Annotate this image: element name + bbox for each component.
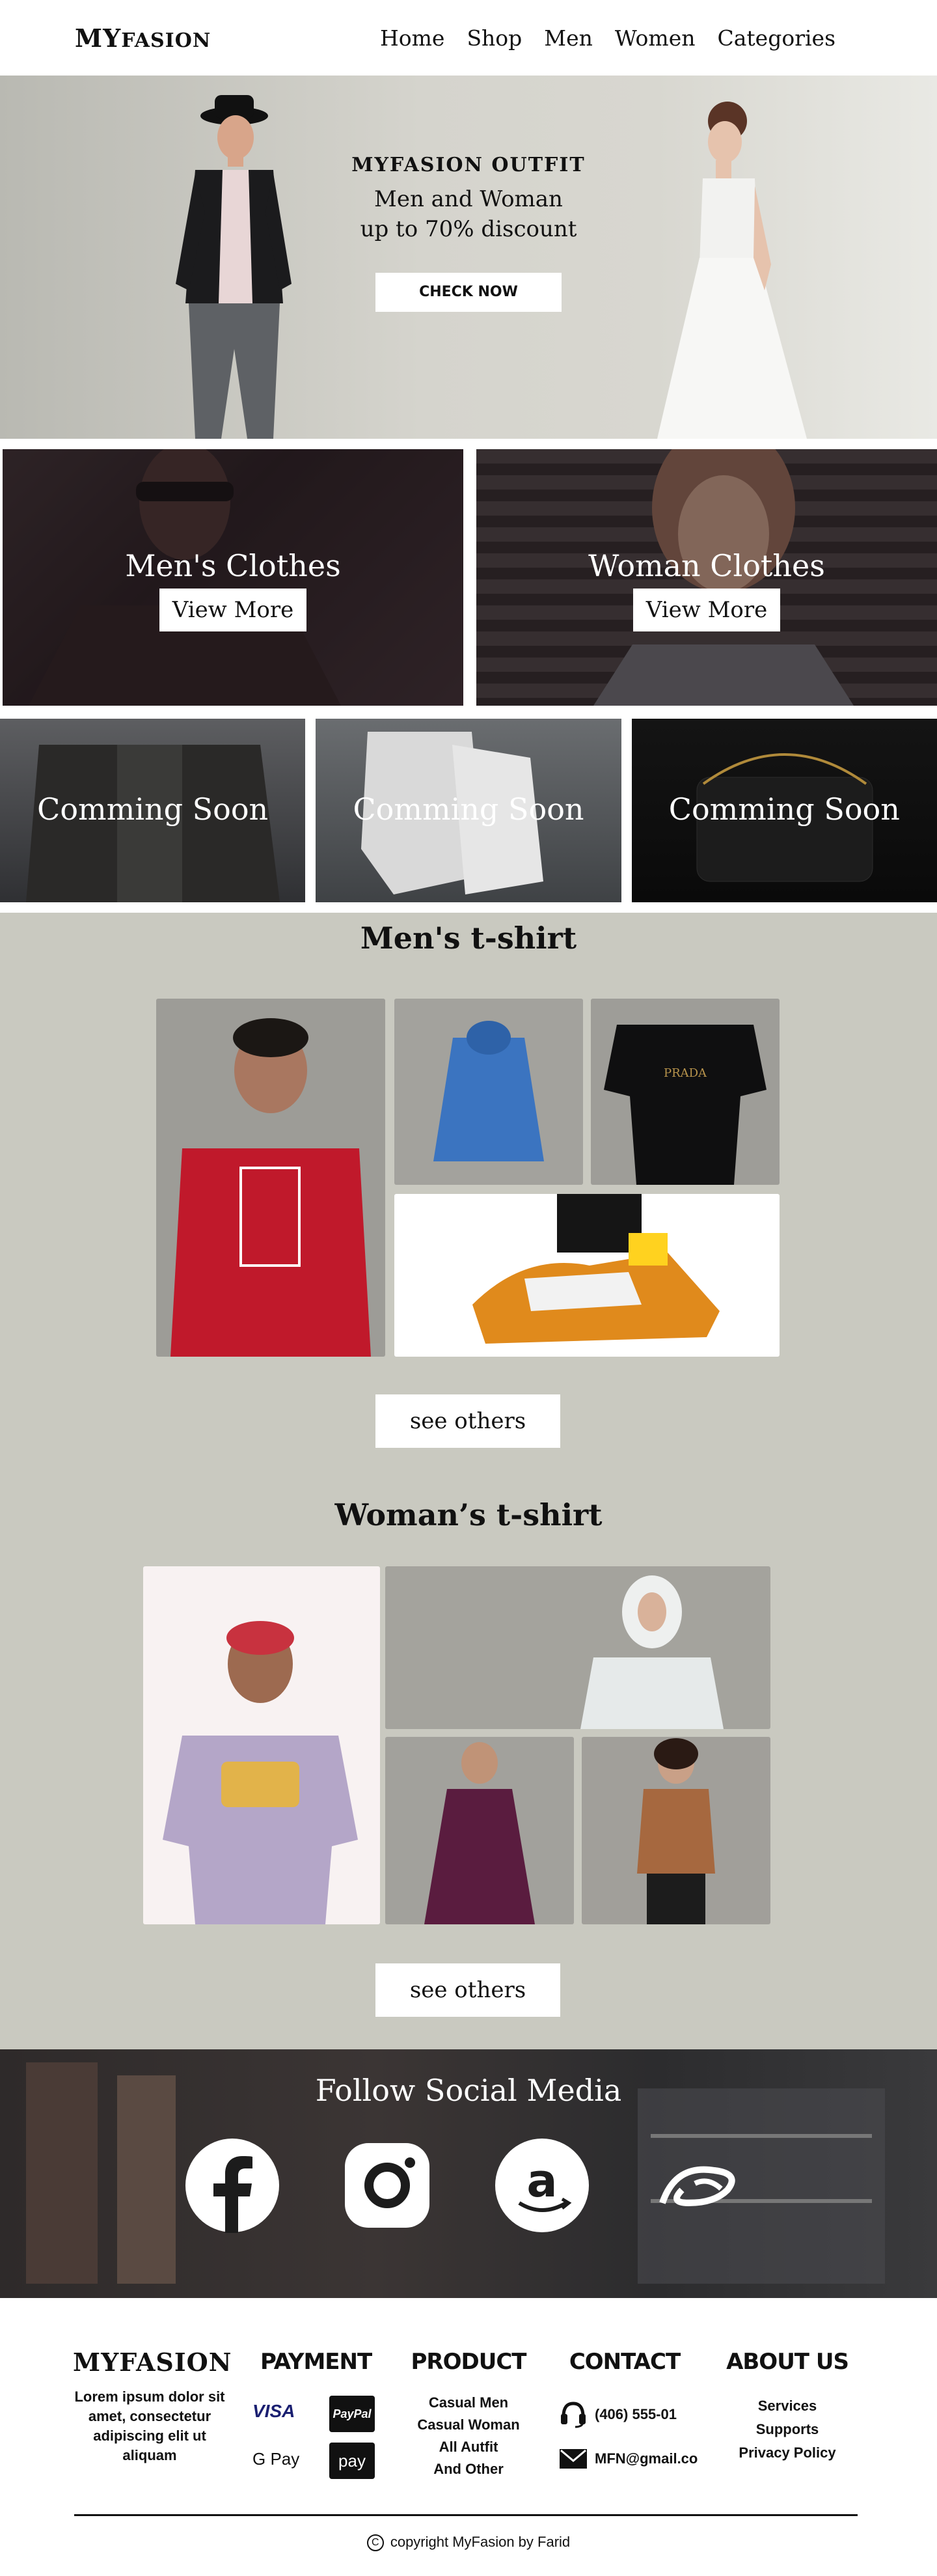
about-link-privacy[interactable]: Privacy Policy [722,2441,852,2465]
logo-sub: FASION [121,29,211,52]
white-hijab-image [580,1575,724,1729]
top-nav: MYFASION Home Shop Men Women Categories [0,0,937,76]
purple-dress-image [424,1742,535,1924]
hero-woman-image [657,102,807,439]
coming-soon-jacket[interactable]: Comming Soon [0,719,306,902]
paypal-icon: PayPal [329,2396,375,2432]
logo-main: MY [75,23,122,53]
product-purple-dress[interactable] [385,1737,574,1924]
visa-icon: VISA [252,2401,295,2421]
product-blue-jacket[interactable] [394,999,583,1185]
email-address: MFN@gmail.co [595,2450,698,2467]
men-clothes-title: Men's Clothes [125,548,341,583]
about-link-supports[interactable]: Supports [722,2418,852,2441]
copyright-icon: C [366,2534,384,2552]
footer: MYFASION Lorem ipsum dolor sit amet, con… [0,2298,937,2571]
coming-soon-label-1: Comming Soon [37,792,269,827]
product-link-casual-men[interactable]: Casual Men [403,2392,534,2414]
gpay-icon: G Pay [252,2449,300,2469]
about-heading: ABOUT US [726,2349,849,2375]
check-now-button[interactable]: CHECK NOW [375,273,562,312]
nav-men[interactable]: Men [544,25,593,51]
product-sneaker[interactable] [394,1194,780,1357]
women-see-others-button[interactable]: see others [375,1963,560,2017]
product-heading: PRODUCT [411,2349,527,2375]
men-see-others-button[interactable]: see others [375,1394,560,1448]
main-menu: Home Shop Men Women Categories [380,25,835,51]
product-tiedye-tshirt[interactable] [143,1566,380,1924]
blue-jacket-image [433,1021,544,1161]
applepay-icon: pay [329,2443,375,2479]
footer-logo[interactable]: MYFASION [73,2347,231,2377]
product-red-tshirt[interactable] [156,999,385,1357]
women-tshirt-title: Woman’s t-shirt [334,1497,603,1532]
hero-banner: MYFASION OUTFIT Men and Woman up to 70% … [0,76,937,439]
nav-categories[interactable]: Categories [718,25,836,51]
contact-email[interactable]: MFN@gmail.co [558,2448,698,2470]
brown-blouse-image [637,1738,715,1924]
tiedye-tshirt-image [163,1621,358,1924]
facebook-icon[interactable] [185,2138,280,2233]
instagram-icon[interactable] [340,2138,435,2233]
alibaba-icon[interactable] [649,2138,744,2233]
svg-text:PRADA: PRADA [664,1066,707,1080]
products-section: Men's t-shirt PRADA see others Woman’s t… [0,913,937,2049]
svg-text:a: a [526,2154,557,2208]
category-cards: Men's Clothes View More Woman Clothes Vi… [0,439,937,706]
footer-divider [74,2514,858,2516]
black-tshirt-image: PRADA [604,1025,767,1185]
contact-phone[interactable]: (406) 555-01 [558,2401,677,2428]
coming-soon-sneakers[interactable]: Comming Soon [316,719,621,902]
copyright-text: copyright MyFasion by Farid [390,2534,571,2550]
women-clothes-title: Woman Clothes [588,548,825,583]
nav-home[interactable]: Home [380,25,444,51]
footer-product: PRODUCT Casual Men Casual Woman All Autf… [403,2349,534,2480]
headset-icon [561,2402,586,2428]
product-link-casual-woman[interactable]: Casual Woman [403,2414,534,2436]
social-title: Follow Social Media [315,2073,622,2108]
men-product-grid: PRADA [156,999,780,1357]
footer-about: ABOUT US Services Supports Privacy Polic… [722,2349,852,2465]
coming-soon-bag[interactable]: Comming Soon [631,719,937,902]
amazon-icon[interactable]: a [495,2138,590,2233]
product-white-hijab[interactable] [385,1566,770,1729]
coming-soon-row: Comming Soon Comming Soon Comming Soon [0,706,937,902]
footer-about-text: Lorem ipsum dolor sit amet, consectetur … [74,2389,225,2463]
sneaker-image [472,1194,720,1344]
nav-women[interactable]: Women [615,25,696,51]
red-tshirt-image [170,1018,371,1357]
copyright: Ccopyright MyFasion by Farid [0,2534,937,2552]
category-women-card[interactable]: Woman Clothes View More [476,449,937,706]
coming-soon-label-2: Comming Soon [353,792,584,827]
coming-soon-label-3: Comming Soon [668,792,900,827]
about-links: Services Supports Privacy Policy [722,2394,852,2465]
footer-payment: PAYMENT [260,2349,372,2375]
women-product-grid [143,1566,770,1924]
social-icons: a [185,2138,744,2233]
contact-heading: CONTACT [569,2349,681,2375]
about-link-services[interactable]: Services [722,2394,852,2418]
men-view-more-button[interactable]: View More [159,589,306,631]
men-tshirt-title: Men's t-shirt [360,921,577,956]
product-black-tshirt[interactable]: PRADA [591,999,780,1185]
phone-number: (406) 555-01 [595,2406,677,2422]
product-links: Casual Men Casual Woman All Autfit And O… [403,2392,534,2480]
footer-contact: CONTACT [553,2349,696,2375]
mail-icon [560,2449,587,2469]
nav-shop[interactable]: Shop [467,25,522,51]
logo[interactable]: MYFASION [75,23,211,53]
product-link-and-other[interactable]: And Other [403,2458,534,2480]
product-brown-blouse[interactable] [582,1737,770,1924]
social-media-section: Follow Social Media a [0,2049,937,2298]
women-view-more-button[interactable]: View More [633,589,780,631]
footer-brand: MYFASION Lorem ipsum dolor sit amet, con… [73,2347,231,2465]
payment-heading: PAYMENT [260,2349,372,2375]
category-men-card[interactable]: Men's Clothes View More [3,449,463,706]
product-link-all-autfit[interactable]: All Autfit [403,2436,534,2458]
